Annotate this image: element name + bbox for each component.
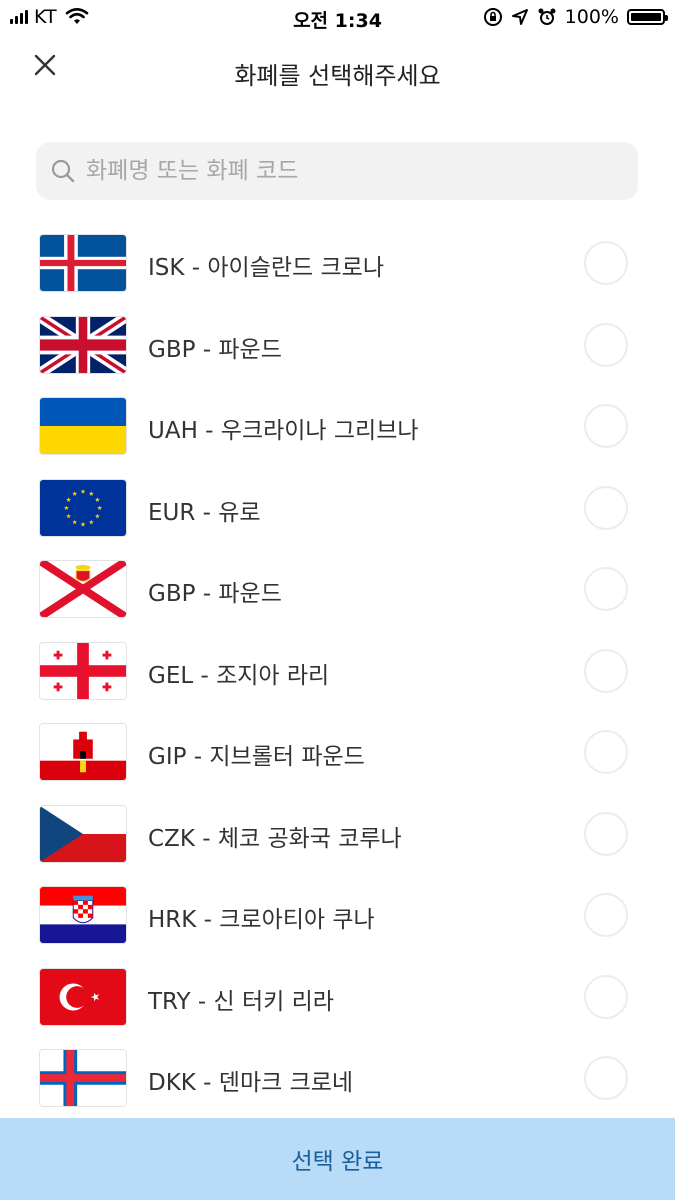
rotation-lock-icon [483,8,502,26]
radio-button[interactable] [584,648,628,693]
currency-label: EUR - 유로 [148,499,261,526]
eu-flag-icon [39,478,127,537]
radio-button[interactable] [584,485,628,530]
georgia-flag-icon [39,641,127,700]
currency-label: GEL - 조지아 라리 [148,662,330,689]
currency-row-gbp[interactable]: GBP - 파운드 [0,304,675,386]
currency-row-dkk[interactable]: DKK - 덴마크 크로네 [0,1037,675,1119]
currency-label: UAH - 우크라이나 그리브나 [148,418,419,444]
currency-row-czk[interactable]: CZK - 체코 공화국 코루나 [0,793,675,875]
currency-label: GIP - 지브롤터 파운드 [148,744,365,770]
jersey-flag-icon [39,560,127,618]
search-box[interactable] [36,142,638,200]
currency-label: CZK - 체코 공화국 코루나 [148,825,402,852]
radio-button[interactable] [584,241,628,285]
currency-label: ISK - 아이슬란드 크로나 [148,255,384,281]
page-title: 화폐를 선택해주세요 [234,62,441,90]
currency-label: TRY - 신 터키 리라 [148,988,334,1015]
turkey-flag-icon [39,967,127,1026]
radio-button[interactable] [584,811,628,856]
search-icon [51,159,75,183]
czech-flag-icon [39,804,127,863]
status-right: 100% [483,6,668,28]
currency-row-gel[interactable]: GEL - 조지아 라리 [0,630,675,712]
radio-button[interactable] [584,322,628,367]
location-icon [511,9,528,25]
radio-button[interactable] [584,974,628,1019]
radio-button[interactable] [584,893,628,937]
radio-button[interactable] [584,730,628,774]
currency-label: GBP - 파운드 [148,336,282,363]
currency-row-eur[interactable]: EUR - 유로 [0,467,675,549]
uk-flag-icon [39,315,127,374]
currency-row-try[interactable]: TRY - 신 터키 리라 [0,956,675,1038]
battery-percent: 100% [564,6,619,28]
currency-row-gbp-jersey[interactable]: GBP - 파운드 [0,548,675,630]
alarm-icon [538,8,556,25]
iceland-flag-icon [39,234,127,292]
currency-label: GBP - 파운드 [148,581,282,607]
battery-icon [627,9,668,25]
ukraine-flag-icon [39,397,127,455]
status-bar: KT 오전 1:34 100% [0,0,675,34]
currency-row-isk[interactable]: ISK - 아이슬란드 크로나 [0,222,675,304]
search-input[interactable] [84,157,608,185]
faroe-flag-icon [39,1049,127,1107]
currency-label: DKK - 덴마크 크로네 [148,1070,354,1096]
gibraltar-flag-icon [39,723,127,781]
radio-button[interactable] [584,567,628,611]
currency-row-gip[interactable]: GIP - 지브롤터 파운드 [0,711,675,793]
currency-row-hrk[interactable]: HRK - 크로아티아 쿠나 [0,874,675,956]
currency-label: HRK - 크로아티아 쿠나 [148,907,375,933]
radio-button[interactable] [584,1056,628,1100]
radio-button[interactable] [584,404,628,448]
confirm-selection-button[interactable]: 선택 완료 [0,1118,675,1200]
currency-list: ISK - 아이슬란드 크로나 GBP - 파운드 UAH - 우크라이나 그리… [0,222,675,1119]
croatia-flag-icon [39,886,127,944]
currency-row-uah[interactable]: UAH - 우크라이나 그리브나 [0,385,675,467]
